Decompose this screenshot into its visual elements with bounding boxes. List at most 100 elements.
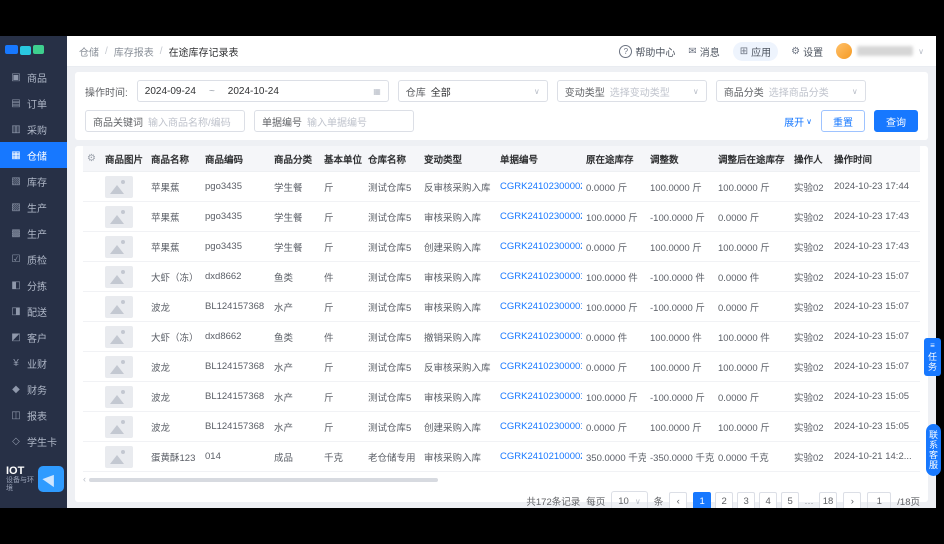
sidebar-item-delivery[interactable]: ◨ 配送 [0,298,67,324]
doc-no-link[interactable]: CGRK24102300002 [500,211,582,222]
doc-no-link[interactable]: CGRK24102300002 [500,181,582,192]
doc-no-link[interactable]: CGRK24102300001 [500,331,582,342]
scrollbar-thumb[interactable] [89,477,439,482]
doc-no-link[interactable]: CGRK24102300001 [500,391,582,402]
doc-no-link[interactable]: CGRK24102300001 [500,361,582,372]
sidebar-item-finance[interactable]: ◆ 财务 [0,376,67,402]
doc-no-link[interactable]: CGRK24102300002 [500,241,582,252]
date-start[interactable]: 2024-09-24 [145,86,196,97]
scroll-left-icon[interactable]: ‹ [83,475,86,484]
filter-row-2: 商品关键词 输入商品名称/编码 单据编号 输入单据编号 展开 ∨ 重置 查询 [85,110,918,132]
page-button[interactable]: 5 [781,492,800,508]
per-page-value: 10 [618,495,629,507]
sidebar-item-inventory[interactable]: ▧ 库存 [0,168,67,194]
page-jump-input[interactable]: 1 [867,492,892,508]
keyword-input[interactable]: 商品关键词 输入商品名称/编码 [85,110,245,132]
date-end[interactable]: 2024-10-24 [228,86,279,97]
contact-service-float-button[interactable]: 联系客服 [926,424,941,476]
page-button[interactable]: 3 [737,492,756,508]
table-row[interactable]: 波龙 BL124157368 水产斤测试仓库5 创建采购入库 CGRK241023000… [83,411,920,442]
keyword-label: 商品关键词 [93,117,143,129]
date-range-picker[interactable]: 2024-09-24 ~ 2024-10-24 ▦ [136,80,389,102]
table-row[interactable]: 苹果蕉 pgo3435 学生餐斤测试仓库5 创建采购入库 CGRK24102300002… [83,231,920,262]
settings-button[interactable]: ⚙ 设置 [791,44,823,59]
operator: 实验02 [790,231,830,262]
table-row[interactable]: 波龙 BL124157368 水产斤测试仓库5 反审核采购入库 CGRK24102300… [83,351,920,382]
page-button[interactable]: 2 [715,492,734,508]
breadcrumb-item[interactable]: 在途库存记录表 [169,44,239,59]
sidebar-item-label: 业财 [27,359,47,371]
biz-finance-icon: ¥ [13,357,19,369]
sidebar-item-customer[interactable]: ◩ 客户 [0,324,67,350]
operation-time: 2024-10-23 17:44 [830,171,920,202]
stock-before: 100.0000 斤 [582,201,646,232]
doc-no-input[interactable]: 单据编号 输入单据编号 [254,110,414,132]
operator: 实验02 [790,201,830,232]
table-row[interactable]: 波龙 BL124157368 水产斤测试仓库5 审核采购入库 CGRK241023000… [83,291,920,322]
doc-no-link[interactable]: CGRK24102300001 [500,271,582,282]
sidebar-item-goods[interactable]: ▣ 商品 [0,64,67,90]
product-category: 学生餐 [270,201,320,232]
change-type-select[interactable]: 变动类型 选择变动类型 ∨ [556,80,707,102]
topbar-right: ? 帮助中心 ✉ 消息 ⊞ 应用 ⚙ 设置 ∨ [619,41,924,61]
sidebar-item-sorting[interactable]: ◧ 分拣 [0,272,67,298]
product-image-cell [101,381,147,412]
sidebar-item-orders[interactable]: ▤ 订单 [0,90,67,116]
prev-page-button[interactable]: ‹ [669,492,688,508]
pagination-pages: 1 2 3 4 5 … 18 [693,492,838,508]
product-name: 波龙 [147,411,201,442]
logo-block-blue [5,44,18,54]
doc-no-link[interactable]: CGRK24102100002 [500,451,582,462]
doc-no-placeholder: 输入单据编号 [307,117,367,129]
expand-toggle[interactable]: 展开 ∨ [784,114,812,129]
column-header: 商品分类 [270,146,320,172]
main-area: 仓储 / 库存报表 / 在途库存记录表 ? 帮助中心 ✉ 消息 ⊞ 应用 ⚙ 设置 ∨ 操作时间: [67,36,936,508]
sidebar-item-warehouse[interactable]: ▦ 仓储 [0,142,67,168]
iot-section[interactable]: IOT 设备与环境 [0,456,67,508]
operator: 实验02 [790,171,830,202]
sidebar-item-procurement[interactable]: ▥ 采购 [0,116,67,142]
table-row[interactable]: 波龙 BL124157368 水产斤测试仓库5 审核采购入库 CGRK241023000… [83,381,920,412]
per-page-select[interactable]: 10 ∨ [611,491,648,508]
table-row[interactable]: 苹果蕉 pgo3435 学生餐斤测试仓库5 审核采购入库 CGRK24102300002… [83,201,920,232]
category-select[interactable]: 商品分类 选择商品分类 ∨ [715,80,866,102]
sidebar-item-biz-finance[interactable]: ¥ 业财 [0,350,67,376]
warehouse-name: 测试仓库5 [364,171,420,202]
horizontal-scrollbar[interactable] [89,477,920,482]
sidebar-item-reports[interactable]: ◫ 报表 [0,402,67,428]
base-unit: 件 [320,261,364,292]
warehouse-select[interactable]: 仓库 全部 ∨ [397,80,548,102]
breadcrumb-item[interactable]: 仓储 [79,44,99,59]
page-button[interactable]: 18 [818,492,838,508]
finance-icon: ◆ [12,383,20,395]
task-float-button[interactable]: ≡ 任务 [924,338,941,376]
messages-icon: ✉ [688,45,697,57]
doc-no-link[interactable]: CGRK24102300001 [500,421,582,432]
apps-button[interactable]: ⊞ 应用 [732,41,779,61]
chevron-down-icon: ∨ [851,86,858,96]
column-settings-icon[interactable]: ⚙ [87,153,96,164]
reset-button[interactable]: 重置 [821,110,865,132]
page-button[interactable]: 1 [693,492,712,508]
table-row[interactable]: 大虾（冻） dxd8662 鱼类件测试仓库5 审核采购入库 CGRK2410230000… [83,261,920,292]
doc-no-link[interactable]: CGRK24102300001 [500,301,582,312]
product-name: 波龙 [147,381,201,412]
table-row[interactable]: 苹果蕉 pgo3435 学生餐斤测试仓库5 反审核采购入库 CGRK2410230000… [83,171,920,202]
user-menu[interactable]: ∨ [836,43,924,59]
breadcrumb-item[interactable]: 库存报表 [114,44,154,59]
sidebar-item-production-2[interactable]: ▩ 生产 [0,220,67,246]
avatar[interactable] [836,43,853,59]
sidebar-item-production[interactable]: ▨ 生产 [0,194,67,220]
sidebar-item-quality[interactable]: ☑ 质检 [0,246,67,272]
query-button[interactable]: 查询 [874,110,918,132]
table-row[interactable]: 蛋黄酥123 014 成品 千克 老仓储专用 审核采购入库 CGRK24102100002 3… [83,441,920,472]
breadcrumb-separator: / [159,45,163,57]
table-row[interactable]: 大虾（冻） dxd8662 鱼类件测试仓库5 撤销采购入库 CGRK2410230000… [83,321,920,352]
sidebar-item-student-card[interactable]: ◇ 学生卡 [0,428,67,454]
table-header-row: ⚙ 商品图片 商品名称 商品编码 商品分类 基本单位 仓库名称 变动类型 单据编号 原在途库存调… [83,146,920,172]
help-center-button[interactable]: ? 帮助中心 [619,44,675,59]
page-button[interactable]: 4 [759,492,778,508]
next-page-button[interactable]: › [843,492,862,508]
messages-button[interactable]: ✉ 消息 [688,44,719,59]
column-header: 变动类型 [420,146,496,172]
